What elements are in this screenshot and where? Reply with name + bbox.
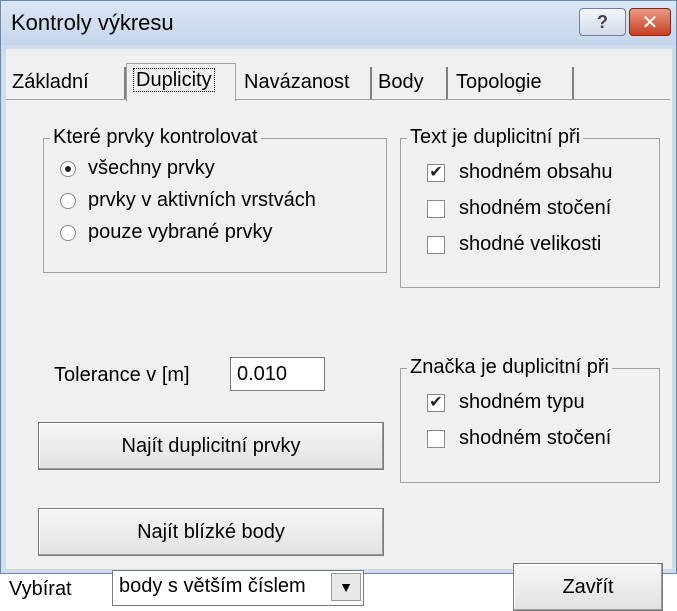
symbol-duplicate-legend: Značka je duplicitní při [407,356,612,379]
find-duplicates-button[interactable]: Najít duplicitní prvky [38,422,384,470]
radio-all-elements[interactable]: všechny prvky [60,157,215,180]
checkbox-label: shodném obsahu [459,161,613,183]
checkbox-label: shodném stočení [459,427,612,449]
tolerance-input[interactable] [230,357,325,391]
check-same-rotation[interactable]: shodném stočení [427,197,611,220]
check-same-type[interactable]: ✔ shodném typu [427,391,585,414]
help-button[interactable]: ? [579,8,626,36]
tab-navazanost[interactable]: Navázanost [238,67,372,99]
radio-indicator [60,160,76,177]
select-mode-dropdown[interactable]: body s větším číslem ▼ [112,570,364,606]
duplicity-panel: Které prvky kontrolovat všechny prvky pr… [6,99,670,611]
radio-label: všechny prvky [88,157,215,179]
checkbox-label: shodném stočení [459,197,612,219]
which-elements-group: Které prvky kontrolovat všechny prvky pr… [43,126,387,273]
tab-body[interactable]: Body [372,67,448,99]
tolerance-label: Tolerance v [m] [54,364,190,386]
which-elements-legend: Které prvky kontrolovat [50,126,261,149]
radio-indicator [60,224,76,241]
select-mode-label: Vybírat [9,578,72,600]
checkbox-indicator [427,429,445,448]
dialog-window: Kontroly výkresu ? ✕ Základní Duplicity … [0,0,677,611]
radio-label: pouze vybrané prvky [88,221,273,243]
radio-selected-only[interactable]: pouze vybrané prvky [60,221,273,244]
checkbox-label: shodném typu [459,391,585,413]
question-icon: ? [597,11,608,32]
tab-duplicity-label: Duplicity [133,68,215,92]
radio-active-layers[interactable]: prvky v aktivních vrstvách [60,189,316,212]
checkbox-label: shodné velikosti [459,233,602,255]
check-same-size[interactable]: shodné velikosti [427,233,601,256]
check-symbol-same-rotation[interactable]: shodném stočení [427,427,611,450]
close-window-button[interactable]: ✕ [629,8,671,36]
text-duplicate-legend: Text je duplicitní při [407,126,584,149]
tab-zakladni[interactable]: Základní [6,67,126,99]
checkbox-indicator [427,199,445,218]
dialog-client-area: Základní Duplicity Navázanost Body Topol… [6,49,672,611]
text-duplicate-group: Text je duplicitní při ✔ shodném obsahu … [400,126,660,288]
close-button[interactable]: Zavřít [513,563,663,611]
find-near-points-button[interactable]: Najít blízké body [38,508,384,556]
radio-label: prvky v aktivních vrstvách [88,189,316,211]
select-mode-value: body s větším číslem [119,575,306,597]
close-icon: ✕ [641,11,659,34]
check-same-content[interactable]: ✔ shodném obsahu [427,161,612,184]
chevron-down-icon[interactable]: ▼ [331,573,361,601]
title-bar[interactable]: Kontroly výkresu ? ✕ [1,1,676,45]
checkbox-indicator: ✔ [427,163,445,182]
checkbox-indicator [427,235,445,254]
checkbox-indicator: ✔ [427,393,445,412]
tab-topologie[interactable]: Topologie [450,67,574,99]
window-title: Kontroly výkresu [11,10,174,35]
radio-indicator [60,192,76,209]
tab-duplicity[interactable]: Duplicity [126,63,236,101]
symbol-duplicate-group: Značka je duplicitní při ✔ shodném typu … [400,356,660,483]
